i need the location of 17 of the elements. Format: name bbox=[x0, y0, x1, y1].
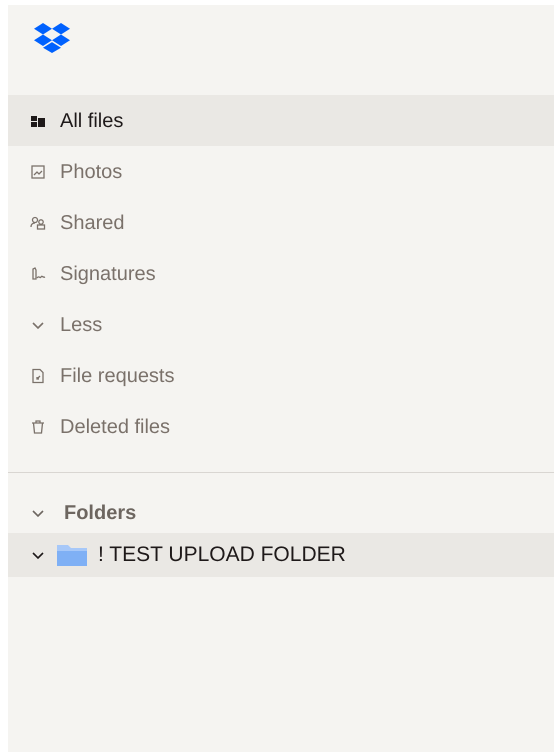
nav-item[interactable]: Signatures bbox=[8, 248, 554, 299]
folder-name: ! TEST UPLOAD FOLDER bbox=[98, 542, 346, 568]
folder-icon bbox=[56, 543, 88, 567]
nav-item[interactable]: Shared bbox=[8, 197, 554, 248]
less-toggle[interactable]: Less bbox=[8, 299, 554, 350]
nav-item[interactable]: Photos bbox=[8, 146, 554, 197]
logo-icon[interactable] bbox=[34, 23, 70, 53]
nav-item[interactable]: File requests bbox=[8, 350, 554, 401]
trash-icon bbox=[30, 418, 46, 434]
section-heading: Folders bbox=[64, 501, 136, 526]
nav-item[interactable]: All files bbox=[8, 95, 554, 146]
nav-item[interactable]: Deleted files bbox=[8, 401, 554, 452]
people-icon bbox=[30, 214, 46, 230]
image-icon bbox=[30, 164, 46, 180]
folder-row[interactable]: ! TEST UPLOAD FOLDER bbox=[8, 533, 554, 577]
pen-icon bbox=[30, 266, 46, 282]
document-icon bbox=[30, 368, 46, 384]
